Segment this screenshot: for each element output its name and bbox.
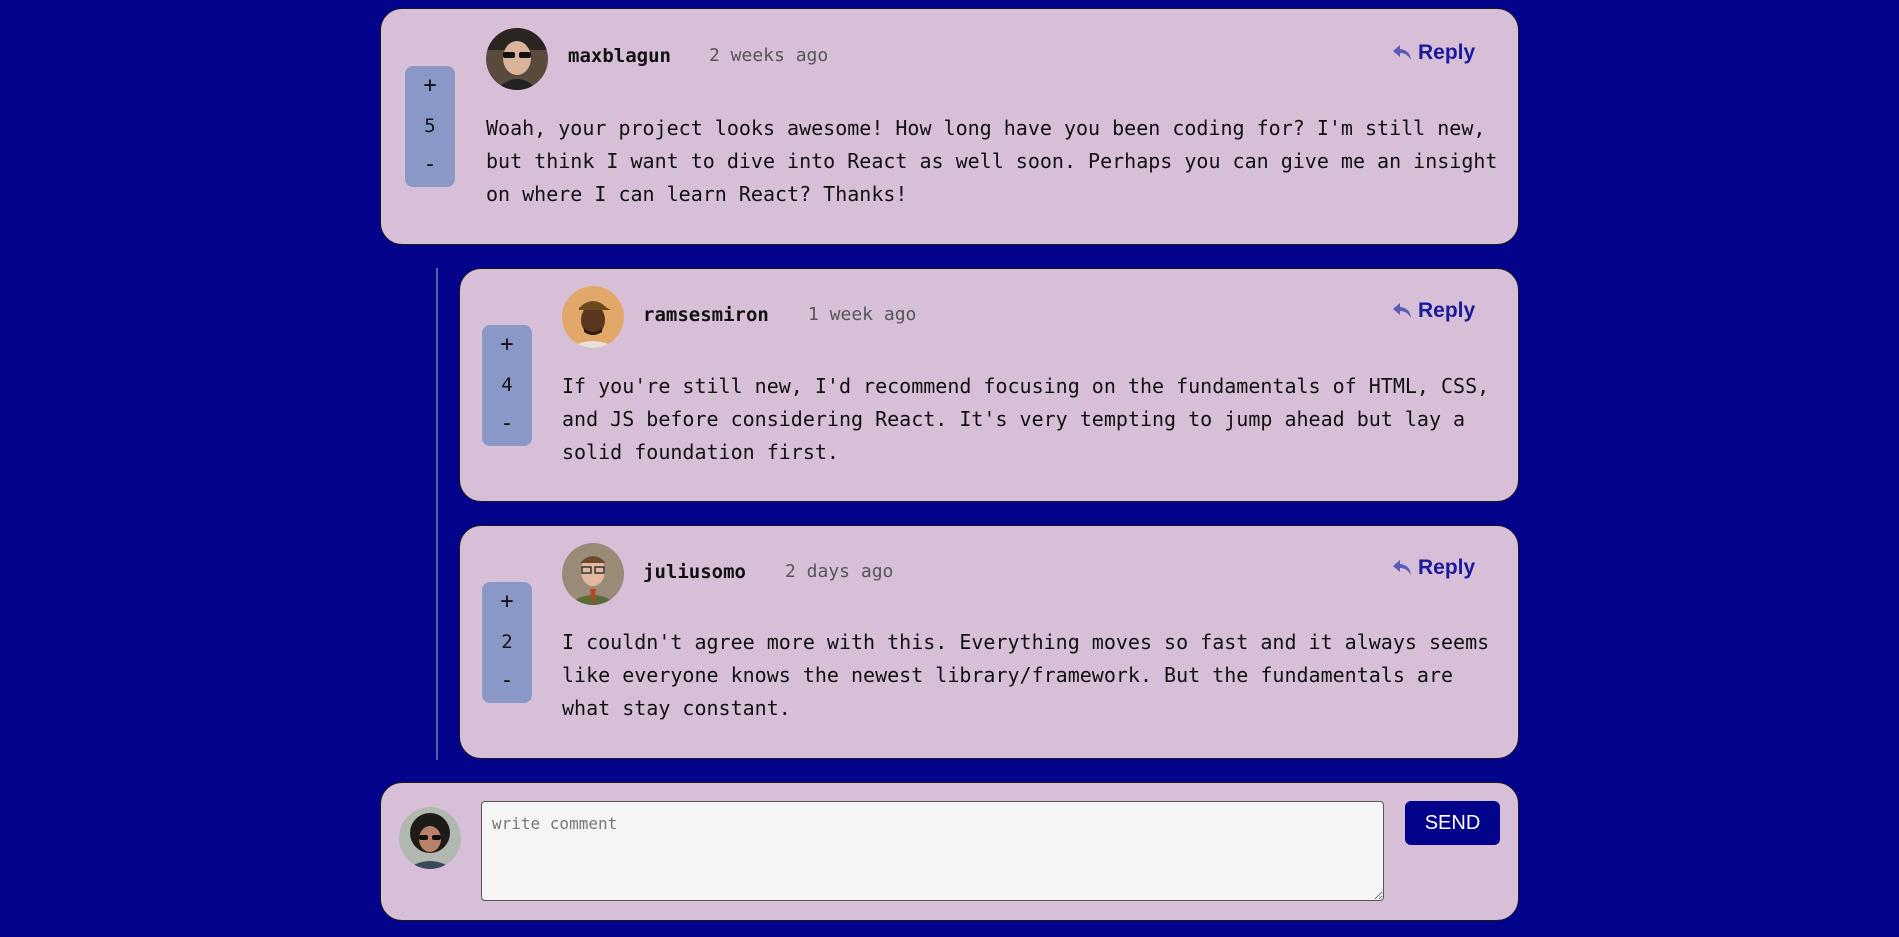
comment-composer: SEND	[380, 782, 1519, 921]
comments-page: + 5 - maxblagun 2 weeks ago Reply Woah, …	[0, 0, 1899, 937]
upvote-button[interactable]: +	[423, 74, 436, 98]
score-value: 2	[501, 630, 513, 653]
avatar[interactable]	[486, 28, 548, 90]
reply-arrow-icon	[1392, 559, 1412, 577]
current-user-avatar	[399, 807, 461, 869]
avatar[interactable]	[562, 543, 624, 605]
timestamp: 1 week ago	[808, 304, 917, 325]
downvote-button[interactable]: -	[500, 412, 513, 436]
upvote-button[interactable]: +	[500, 333, 513, 357]
score-value: 4	[501, 373, 513, 396]
score-value: 5	[424, 114, 436, 137]
vote-control: + 2 -	[482, 582, 532, 703]
username[interactable]: maxblagun	[568, 44, 671, 68]
comment-body: If you're still new, I'd recommend focus…	[562, 374, 1502, 464]
comment-body: Woah, your project looks awesome! How lo…	[486, 116, 1510, 206]
reply-label: Reply	[1418, 299, 1476, 322]
reply-label: Reply	[1418, 41, 1476, 64]
vote-control: + 5 -	[405, 66, 455, 187]
vote-control: + 4 -	[482, 325, 532, 446]
upvote-button[interactable]: +	[500, 590, 513, 614]
reply-arrow-icon	[1392, 44, 1412, 62]
reply-arrow-icon	[1392, 302, 1412, 320]
username[interactable]: juliusomo	[643, 560, 746, 584]
comment-card: + 5 - maxblagun 2 weeks ago Reply Woah, …	[380, 8, 1519, 245]
avatar[interactable]	[562, 286, 624, 348]
comment-input[interactable]	[481, 801, 1384, 901]
timestamp: 2 weeks ago	[709, 45, 829, 66]
reply-button[interactable]: Reply	[1392, 555, 1475, 581]
timestamp: 2 days ago	[785, 561, 894, 582]
reply-button[interactable]: Reply	[1392, 40, 1475, 66]
reply-card: + 4 - ramsesmiron 1 week ago Reply If yo…	[459, 268, 1519, 502]
thread-line	[436, 268, 438, 760]
reply-card: + 2 - juliusomo 2 days ago Reply I could…	[459, 525, 1519, 759]
reply-label: Reply	[1418, 556, 1476, 579]
downvote-button[interactable]: -	[423, 153, 436, 177]
comment-body: I couldn't agree more with this. Everyth…	[562, 630, 1502, 720]
username[interactable]: ramsesmiron	[643, 303, 769, 327]
send-button[interactable]: SEND	[1405, 801, 1500, 845]
reply-button[interactable]: Reply	[1392, 298, 1475, 324]
downvote-button[interactable]: -	[500, 669, 513, 693]
